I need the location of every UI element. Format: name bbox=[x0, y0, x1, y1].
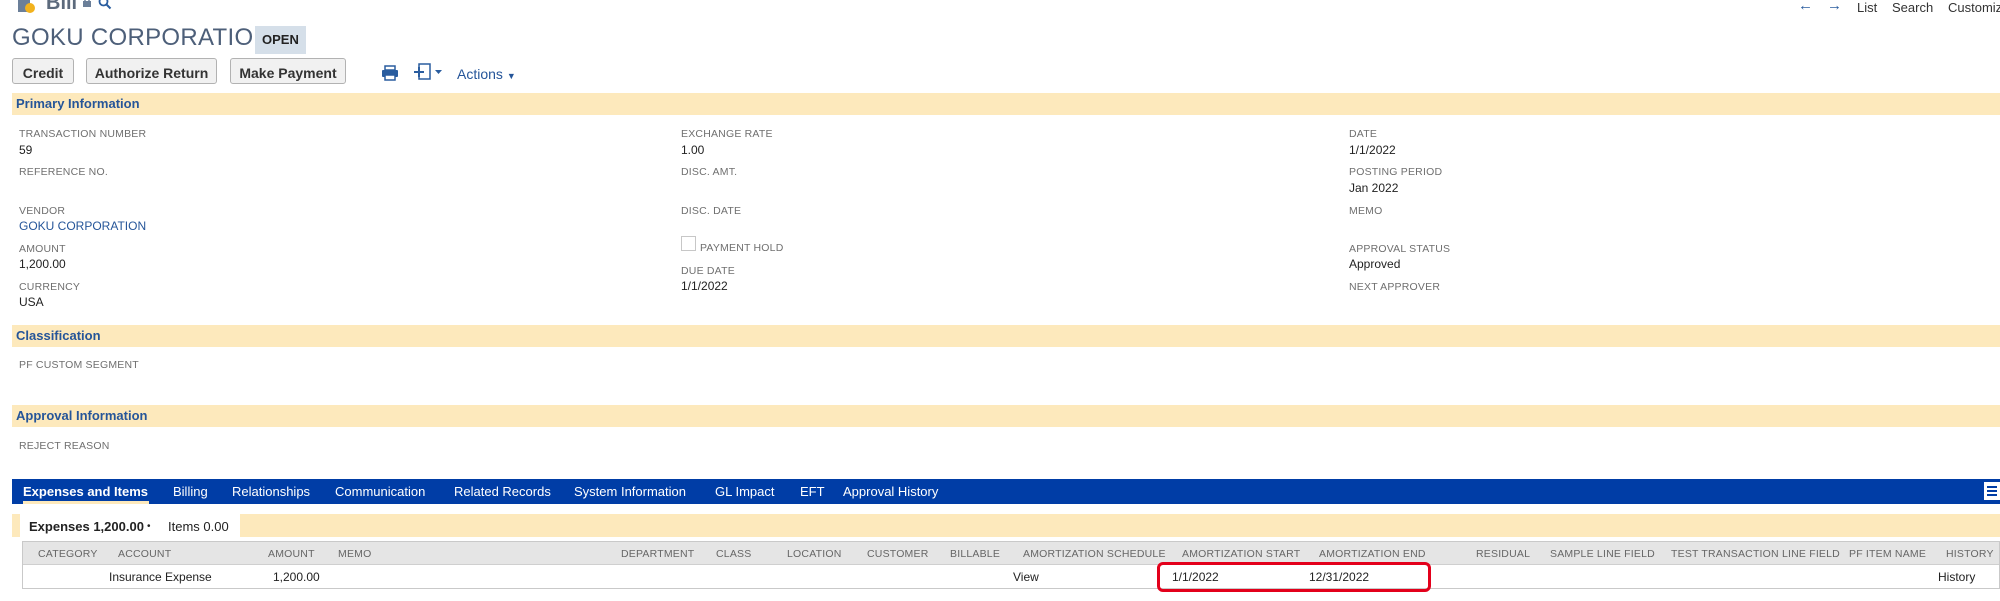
tab-system-information[interactable]: System Information bbox=[574, 484, 686, 499]
column-history[interactable]: HISTORY bbox=[1946, 548, 1994, 560]
column-test-transaction-line-field[interactable]: TEST TRANSACTION LINE FIELD bbox=[1671, 548, 1840, 560]
column-amortization-end[interactable]: AMORTIZATION END bbox=[1319, 548, 1426, 560]
search-icon[interactable] bbox=[98, 0, 112, 15]
exchange-rate-label: EXCHANGE RATE bbox=[681, 128, 773, 140]
tab-relationships[interactable]: Relationships bbox=[232, 484, 310, 499]
payment-hold-label: PAYMENT HOLD bbox=[700, 242, 784, 254]
column-class[interactable]: CLASS bbox=[716, 548, 751, 560]
currency-value: USA bbox=[19, 295, 44, 309]
row-amortization-schedule-link[interactable]: View bbox=[1013, 570, 1039, 584]
status-badge: OPEN bbox=[255, 26, 306, 54]
page-title: GOKU CORPORATION bbox=[12, 24, 272, 51]
row-account-link[interactable]: Insurance Expense bbox=[109, 570, 212, 584]
back-arrow-icon[interactable]: ← bbox=[1798, 0, 1813, 14]
credit-button[interactable]: Credit bbox=[12, 58, 74, 84]
subtab-strip bbox=[12, 514, 2000, 537]
date-label: DATE bbox=[1349, 128, 1378, 140]
due-date-value: 1/1/2022 bbox=[681, 279, 728, 293]
transaction-number-value: 59 bbox=[19, 143, 33, 157]
forward-arrow-icon[interactable]: → bbox=[1827, 0, 1842, 14]
subtab-expenses[interactable]: Expenses 1,200.00 bbox=[29, 519, 144, 534]
section-primary-information[interactable]: Primary Information bbox=[12, 93, 2000, 115]
posting-period-value: Jan 2022 bbox=[1349, 181, 1399, 195]
amount-value: 1,200.00 bbox=[19, 257, 66, 271]
list-view-icon[interactable] bbox=[1984, 482, 2000, 500]
make-payment-button[interactable]: Make Payment bbox=[230, 58, 346, 84]
row-amount: 1,200.00 bbox=[273, 570, 320, 584]
tab-approval-history[interactable]: Approval History bbox=[843, 484, 938, 499]
lock-icon bbox=[82, 0, 92, 11]
subtab-separator: • bbox=[147, 521, 151, 532]
column-location[interactable]: LOCATION bbox=[787, 548, 842, 560]
bill-record-icon bbox=[16, 0, 36, 14]
column-account[interactable]: ACCOUNT bbox=[118, 548, 171, 560]
amount-label: AMOUNT bbox=[19, 243, 66, 255]
column-category[interactable]: CATEGORY bbox=[38, 548, 98, 560]
subtab-bar: Expenses and Items Billing Relationships… bbox=[12, 479, 2000, 504]
chevron-down-icon: ▼ bbox=[506, 71, 516, 81]
payment-hold-checkbox[interactable] bbox=[681, 236, 696, 251]
reject-reason-label: REJECT REASON bbox=[19, 440, 110, 452]
vendor-label: VENDOR bbox=[19, 205, 66, 217]
nav-customize-link[interactable]: Customiz bbox=[1948, 0, 2000, 15]
transaction-number-label: TRANSACTION NUMBER bbox=[19, 128, 147, 140]
amortization-dates-highlight bbox=[1157, 562, 1431, 592]
column-amount[interactable]: AMOUNT bbox=[268, 548, 315, 560]
date-value: 1/1/2022 bbox=[1349, 143, 1396, 157]
tab-billing[interactable]: Billing bbox=[173, 484, 208, 499]
tab-expenses-and-items[interactable]: Expenses and Items bbox=[23, 484, 148, 499]
disc-date-label: DISC. DATE bbox=[681, 205, 742, 217]
column-sample-line-field[interactable]: SAMPLE LINE FIELD bbox=[1550, 548, 1655, 560]
tab-communication[interactable]: Communication bbox=[335, 484, 425, 499]
pf-custom-segment-label: PF CUSTOM SEGMENT bbox=[19, 359, 139, 371]
tab-eft[interactable]: EFT bbox=[800, 484, 825, 499]
tab-related-records[interactable]: Related Records bbox=[454, 484, 551, 499]
authorize-return-button[interactable]: Authorize Return bbox=[86, 58, 217, 84]
nav-list-link[interactable]: List bbox=[1857, 0, 1877, 15]
approval-status-label: APPROVAL STATUS bbox=[1349, 243, 1451, 255]
tab-gl-impact[interactable]: GL Impact bbox=[715, 484, 774, 499]
column-amortization-start[interactable]: AMORTIZATION START bbox=[1182, 548, 1300, 560]
column-billable[interactable]: BILLABLE bbox=[950, 548, 1000, 560]
column-pf-item-name[interactable]: PF ITEM NAME bbox=[1849, 548, 1926, 560]
active-tab-indicator bbox=[23, 501, 149, 504]
approval-status-value: Approved bbox=[1349, 257, 1401, 271]
section-approval-information[interactable]: Approval Information bbox=[12, 405, 2000, 427]
new-document-dropdown-icon[interactable] bbox=[413, 63, 445, 86]
column-department[interactable]: DEPARTMENT bbox=[621, 548, 694, 560]
currency-label: CURRENCY bbox=[19, 281, 81, 293]
column-amortization-schedule[interactable]: AMORTIZATION SCHEDULE bbox=[1023, 548, 1166, 560]
vendor-link[interactable]: GOKU CORPORATION bbox=[19, 219, 146, 233]
section-classification[interactable]: Classification bbox=[12, 325, 2000, 347]
row-history-link[interactable]: History bbox=[1938, 570, 1975, 584]
memo-label: MEMO bbox=[1349, 205, 1383, 217]
posting-period-label: POSTING PERIOD bbox=[1349, 166, 1443, 178]
record-type-label: Bill bbox=[46, 0, 78, 14]
exchange-rate-value: 1.00 bbox=[681, 143, 705, 157]
actions-menu[interactable]: Actions ▼ bbox=[457, 66, 516, 82]
column-residual[interactable]: RESIDUAL bbox=[1476, 548, 1530, 560]
reference-no-label: REFERENCE NO. bbox=[19, 166, 108, 178]
disc-amt-label: DISC. AMT. bbox=[681, 166, 738, 178]
next-approver-label: NEXT APPROVER bbox=[1349, 281, 1441, 293]
due-date-label: DUE DATE bbox=[681, 265, 735, 277]
print-icon[interactable] bbox=[381, 65, 399, 86]
nav-search-link[interactable]: Search bbox=[1892, 0, 1933, 15]
subtab-items[interactable]: Items 0.00 bbox=[168, 519, 229, 534]
column-customer[interactable]: CUSTOMER bbox=[867, 548, 929, 560]
column-memo[interactable]: MEMO bbox=[338, 548, 371, 560]
actions-label: Actions bbox=[457, 66, 503, 82]
